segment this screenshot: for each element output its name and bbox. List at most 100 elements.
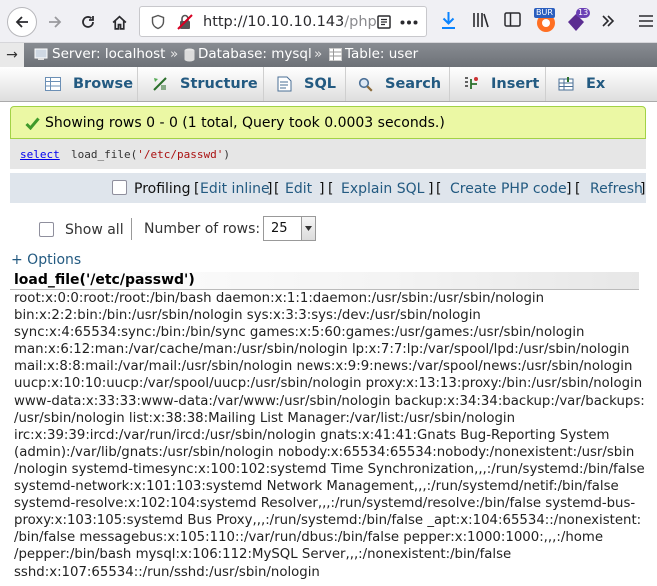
result-line: sync:x:4:65534:sync:/bin:/bin/sync games…	[14, 325, 585, 341]
tab-search-label: Search	[385, 76, 442, 92]
profiling-checkbox[interactable]	[112, 180, 127, 195]
bracket: ]	[640, 181, 646, 197]
sidebar-icon[interactable]	[504, 11, 521, 28]
create-php-code-link[interactable]: Create PHP code	[450, 181, 567, 197]
breadcrumb: → Server: localhost » Database: mysql » …	[0, 43, 657, 67]
tab-sql[interactable]: SQL	[264, 67, 346, 101]
search-icon	[358, 77, 373, 92]
menu-icon[interactable]	[638, 13, 654, 29]
result-line: sshd:x:107:65534::/run/sshd:/usr/sbin/no…	[14, 564, 320, 580]
breadcrumb-database[interactable]: Database: mysql	[198, 46, 312, 62]
collapse-arrow-icon[interactable]: →	[0, 43, 24, 67]
sql-query-box: select load_file('/etc/passwd')	[10, 139, 646, 169]
result-line: /pepper:/bin/bash mysql:x:106:112:MySQL …	[14, 547, 512, 563]
insecure-lock-icon[interactable]	[176, 13, 194, 31]
result-column-header[interactable]: load_file('/etc/passwd')	[10, 272, 639, 290]
insert-icon	[463, 76, 479, 92]
breadcrumb-table[interactable]: Table: user	[345, 46, 418, 62]
reload-button[interactable]	[73, 7, 103, 37]
tab-export-label: Ex	[586, 76, 606, 92]
column-header-label: load_file('/etc/passwd')	[14, 272, 195, 288]
extension-badge: 13	[576, 8, 591, 18]
structure-icon	[152, 76, 168, 92]
bracket: [	[575, 181, 581, 197]
reload-icon	[82, 16, 94, 28]
number-of-rows-label: Number of rows:	[144, 221, 261, 237]
download-icon[interactable]	[440, 11, 457, 30]
bracket: ]	[319, 181, 325, 197]
breadcrumb-separator: »	[314, 46, 323, 62]
sql-function: load_file(	[71, 148, 138, 161]
bracket: [	[328, 181, 334, 197]
result-line: bin:x:2:2:bin:/bin:/usr/sbin/nologin sys…	[14, 308, 481, 324]
browse-icon	[45, 77, 61, 91]
sql-keyword-link[interactable]: select	[20, 148, 60, 161]
result-line: man:x:6:12:man:/var/cache/man:/usr/sbin/…	[14, 342, 630, 358]
query-options-bar: Profiling [ Edit inline ] [ Edit ] [ Exp…	[10, 173, 646, 203]
url-bar[interactable]: http://10.10.10.143/php	[139, 6, 427, 37]
bracket: [	[194, 181, 200, 197]
tab-browse-label: Browse	[73, 76, 134, 92]
edit-inline-link[interactable]: Edit inline	[200, 181, 270, 197]
breadcrumb-separator: »	[170, 46, 179, 62]
sql-close-paren: )	[223, 148, 230, 161]
export-icon	[558, 76, 574, 92]
options-toggle-link[interactable]: + Options	[11, 252, 81, 268]
edit-link[interactable]: Edit	[285, 181, 312, 197]
success-check-icon	[25, 117, 40, 130]
tab-export[interactable]: Ex	[546, 67, 657, 101]
page-actions-icon[interactable]	[400, 20, 418, 25]
tab-structure-label: Structure	[180, 76, 258, 92]
burp-extension-button[interactable]: BUR	[534, 8, 558, 34]
database-icon	[184, 48, 195, 62]
back-arrow-icon	[15, 16, 28, 28]
browser-toolbar: http://10.10.10.143/php BUR 13	[0, 0, 657, 43]
result-line: /nologin systemd-timesync:x:100:102:syst…	[14, 461, 645, 477]
sql-string-argument: '/etc/passwd'	[137, 148, 224, 161]
result-line: systemd-resolve:x:102:104:systemd Resolv…	[14, 496, 636, 512]
success-message: Showing rows 0 - 0 (1 total, Query took …	[10, 106, 646, 139]
explain-sql-link[interactable]: Explain SQL	[341, 181, 424, 197]
extension-button[interactable]: 13	[565, 8, 591, 34]
result-line: /bin/false messagebus:x:105:110::/var/ru…	[14, 530, 604, 546]
bracket: [	[436, 181, 442, 197]
profiling-label: Profiling	[134, 181, 191, 197]
show-all-checkbox[interactable]	[39, 222, 54, 237]
tab-insert-label: Insert	[491, 76, 540, 92]
home-button[interactable]	[104, 7, 134, 37]
url-path: /php	[344, 14, 377, 30]
show-all-label: Show all	[65, 222, 124, 238]
forward-button[interactable]	[40, 7, 70, 37]
sql-icon	[277, 76, 292, 92]
result-line: irc:x:39:39:ircd:/var/run/ircd:/usr/sbin…	[14, 427, 610, 443]
breadcrumb-server[interactable]: Server: localhost	[52, 46, 165, 62]
select-arrow-icon	[301, 217, 315, 240]
number-of-rows-value: 25	[271, 221, 288, 236]
divider	[131, 218, 132, 240]
tab-structure[interactable]: Structure	[138, 67, 264, 101]
tab-insert[interactable]: Insert	[450, 67, 546, 101]
bracket: [	[274, 181, 280, 197]
bracket: ]	[428, 181, 434, 197]
result-line: uucp:x:10:10:uucp:/var/spool/uucp:/usr/s…	[14, 376, 643, 392]
url-text: http://10.10.10.143/php	[203, 14, 377, 30]
tab-browse[interactable]: Browse	[0, 67, 138, 101]
number-of-rows-select[interactable]: 25	[263, 216, 316, 241]
overflow-chevron-icon[interactable]	[601, 14, 615, 28]
library-icon[interactable]	[472, 11, 490, 29]
result-line: mail:x:8:8:mail:/var/mail:/usr/sbin/nolo…	[14, 359, 633, 375]
refresh-link[interactable]: Refresh	[590, 181, 643, 197]
reader-view-icon[interactable]	[376, 14, 392, 30]
bracket: ]	[566, 181, 572, 197]
tab-search[interactable]: Search	[346, 67, 450, 101]
result-line: (admin):/var/lib/gnats:/usr/sbin/nologin…	[14, 444, 635, 460]
site-info-icon[interactable]	[150, 14, 166, 30]
forward-arrow-icon	[49, 16, 62, 28]
result-line: www-data:x:33:33:www-data:/var/www:/usr/…	[14, 393, 645, 409]
bracket: ]	[267, 181, 273, 197]
result-line: /usr/sbin/nologin list:x:38:38:Mailing L…	[14, 410, 516, 426]
home-icon	[112, 15, 126, 30]
tab-bar: Browse Structure SQL Search Insert Ex	[0, 67, 657, 102]
back-button[interactable]	[7, 7, 37, 37]
success-message-text: Showing rows 0 - 0 (1 total, Query took …	[45, 115, 445, 131]
